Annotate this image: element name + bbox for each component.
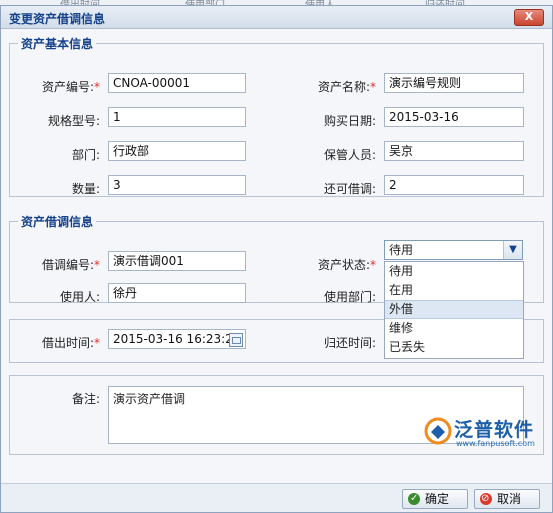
confirm-button[interactable]: 确定: [402, 489, 468, 509]
return-time-label: 归还时间:: [323, 336, 376, 350]
asset-basic-group: 资产基本信息 资产编号:* CNOA-00001 资产名称:* 演示编号规则 规…: [9, 35, 544, 197]
user-input[interactable]: 徐丹: [108, 283, 246, 303]
keeper-input[interactable]: 吴京: [384, 141, 524, 161]
dialog-title: 变更资产借调信息: [9, 12, 106, 26]
status-option-repair[interactable]: 维修: [385, 319, 523, 338]
required-star: *: [94, 80, 100, 94]
cancel-label: 取消: [497, 492, 522, 506]
required-star: *: [94, 336, 100, 350]
asset-name-label: 资产名称:*: [317, 80, 376, 94]
cancel-icon: [480, 490, 492, 508]
cancel-button[interactable]: 取消: [474, 489, 540, 509]
spec-input[interactable]: 1: [108, 107, 246, 127]
asset-no-input[interactable]: CNOA-00001: [108, 73, 246, 93]
asset-status-value: 待用: [389, 243, 414, 257]
spec-label: 规格型号:: [47, 114, 100, 128]
confirm-label: 确定: [425, 492, 450, 506]
required-star: *: [370, 258, 376, 272]
dialog-body: 资产基本信息 资产编号:* CNOA-00001 资产名称:* 演示编号规则 规…: [1, 29, 552, 484]
chevron-down-icon[interactable]: ▼: [503, 241, 522, 259]
asset-status-label: 资产状态:*: [317, 258, 376, 272]
brand-name: 泛普软件: [454, 419, 535, 441]
check-icon: [408, 490, 420, 508]
status-option-lent-out[interactable]: 外借: [385, 300, 523, 319]
close-button[interactable]: X: [514, 9, 544, 26]
department-label: 部门:: [71, 148, 100, 162]
keeper-label: 保管人员:: [323, 148, 376, 162]
lend-no-input[interactable]: 演示借调001: [108, 251, 246, 271]
fanpu-logo-icon: [424, 417, 452, 445]
change-asset-lending-dialog: 变更资产借调信息 X 资产基本信息 资产编号:* CNOA-00001 资产名称…: [0, 5, 553, 513]
department-input[interactable]: 行政部: [108, 141, 246, 161]
status-option-in-use[interactable]: 在用: [385, 281, 523, 300]
fanpu-watermark-logo: 泛普软件 www.fanpusoft.com: [424, 413, 544, 453]
lend-time-input[interactable]: 2015-03-16 16:23:20: [108, 329, 246, 349]
brand-url: www.fanpusoft.com: [456, 439, 535, 448]
remark-label: 备注:: [71, 392, 100, 406]
lend-info-legend: 资产借调信息: [21, 215, 94, 229]
status-option-idle[interactable]: 待用: [385, 262, 523, 281]
user-label: 使用人:: [59, 290, 100, 304]
asset-status-select[interactable]: 待用 ▼: [384, 240, 523, 260]
required-star: *: [94, 258, 100, 272]
dialog-titlebar[interactable]: 变更资产借调信息 X: [1, 6, 552, 29]
lend-time-label: 借出时间:*: [41, 336, 100, 350]
dialog-footer: 确定 取消: [1, 483, 552, 512]
calendar-icon[interactable]: [229, 333, 243, 347]
lend-no-label: 借调编号:*: [41, 258, 100, 272]
quantity-label: 数量:: [71, 182, 100, 196]
user-dept-label: 使用部门:: [323, 290, 376, 304]
asset-no-label: 资产编号:*: [41, 80, 100, 94]
asset-status-dropdown: 待用 在用 外借 维修 已丢失: [384, 261, 524, 359]
asset-basic-legend: 资产基本信息: [21, 37, 94, 51]
transferable-label: 还可借调:: [323, 182, 376, 196]
asset-name-input[interactable]: 演示编号规则: [384, 73, 524, 93]
purchase-date-label: 购买日期:: [323, 114, 376, 128]
purchase-date-input[interactable]: 2015-03-16: [384, 107, 524, 127]
status-option-lost[interactable]: 已丢失: [385, 338, 523, 357]
required-star: *: [370, 80, 376, 94]
quantity-input[interactable]: 3: [108, 175, 246, 195]
transferable-input[interactable]: 2: [384, 175, 524, 195]
lend-time-value: 2015-03-16 16:23:20: [113, 332, 241, 346]
